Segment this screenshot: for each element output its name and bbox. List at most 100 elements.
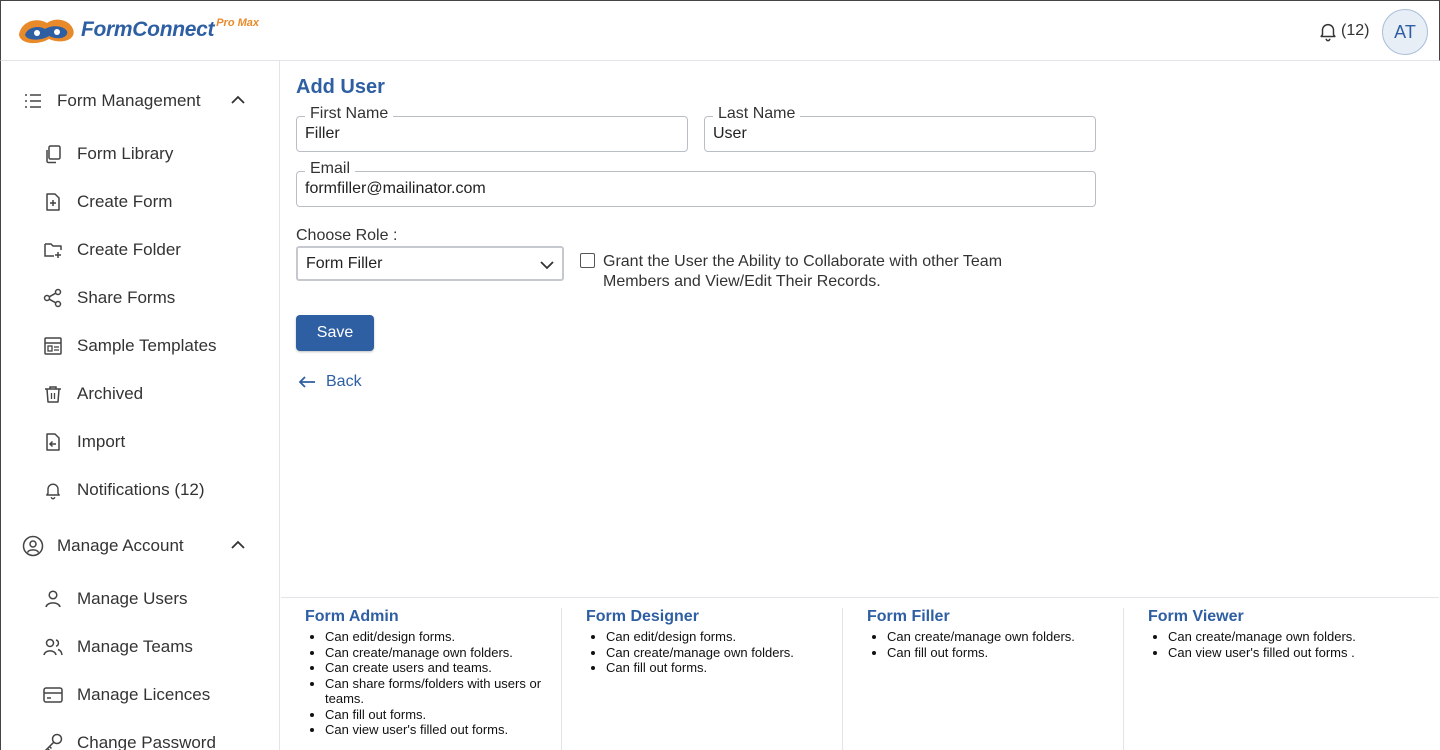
first-name-label: First Name [305,105,394,123]
role-title: Form Filler [867,608,950,625]
grant-collaboration-checkbox[interactable] [580,253,595,268]
sidebar-item-form-library[interactable]: Form Library [41,142,173,166]
role-card-form-filler: Form Filler Can create/manage own folder… [843,608,1124,750]
notifications-count: (12) [1341,22,1370,39]
role-title: Form Viewer [1148,608,1244,625]
role-permission-item: Can view user's filled out forms. [325,722,561,738]
role-permission-item: Can fill out forms. [606,660,842,676]
sidebar-item-label: Manage Teams [77,637,193,656]
role-permission-item: Can create users and teams. [325,660,561,676]
role-title: Form Designer [586,608,699,625]
role-card-form-admin: Form Admin Can edit/design forms. Can cr… [281,608,562,750]
last-name-field[interactable]: Last Name User [704,105,1096,152]
logo-edition: Pro Max [216,17,259,29]
template-icon [41,334,65,358]
chevron-up-icon[interactable] [229,91,247,114]
logo-text: FormConnect [81,18,215,41]
role-select[interactable]: Form Filler [296,246,564,281]
sidebar-item-label: Manage Users [77,589,188,608]
last-name-label: Last Name [713,105,801,123]
user-icon [41,587,65,611]
share-icon [41,286,65,310]
role-permission-item: Can create/manage own folders. [325,645,561,661]
sidebar-item-notifications[interactable]: Notifications (12) [41,478,205,502]
user-circle-icon [21,534,45,558]
sidebar-item-manage-teams[interactable]: Manage Teams [41,635,193,659]
sidebar-section-label: Manage Account [57,536,184,555]
file-plus-icon [41,190,65,214]
grant-collaboration-label[interactable]: Grant the User the Ability to Collaborat… [603,252,1073,292]
role-descriptions: Form Admin Can edit/design forms. Can cr… [281,597,1439,750]
sidebar-section-form-management[interactable]: Form Management [21,89,245,113]
role-permissions: Can create/manage own folders. Can view … [1148,629,1405,660]
chevron-up-icon[interactable] [229,536,247,559]
role-permissions: Can edit/design forms. Can create/manage… [586,629,842,676]
first-name-field[interactable]: First Name Filler [296,105,688,152]
sidebar-item-label: Create Form [77,192,173,211]
copy-icon [41,142,65,166]
role-permission-item: Can share forms/folders with users or te… [325,676,561,707]
role-permission-item: Can create/manage own folders. [1168,629,1405,645]
users-icon [41,635,65,659]
sidebar-section-manage-account[interactable]: Manage Account [21,534,245,558]
sidebar-item-create-form[interactable]: Create Form [41,190,172,214]
last-name-value[interactable]: User [713,125,747,143]
avatar[interactable]: AT [1382,9,1428,55]
sidebar-item-label: Sample Templates [77,336,217,355]
sidebar-item-label: Form Library [77,144,174,163]
app-logo[interactable]: FormConnect Pro Max [15,13,259,47]
choose-role-label: Choose Role : [296,227,398,244]
role-select-value: Form Filler [306,254,383,272]
email-field[interactable]: Email formfiller@mailinator.com [296,160,1096,207]
sidebar-item-archived[interactable]: Archived [41,382,143,406]
sidebar-item-share-forms[interactable]: Share Forms [41,286,175,310]
email-label: Email [305,160,356,178]
sidebar-item-create-folder[interactable]: Create Folder [41,238,181,262]
sidebar-item-label: Manage Licences [77,685,211,704]
save-button[interactable]: Save [296,315,374,351]
bell-icon [41,478,65,502]
back-link[interactable]: Back [298,373,362,391]
import-icon [41,430,65,454]
sidebar-item-label: Import [77,432,126,451]
sidebar-item-manage-licences[interactable]: Manage Licences [41,683,210,707]
sidebar-item-label: Notifications (12) [77,480,205,499]
arrow-left-icon [298,376,315,388]
role-permissions: Can edit/design forms. Can create/manage… [305,629,561,738]
notifications-button[interactable]: (12) [1317,20,1369,42]
role-permissions: Can create/manage own folders. Can fill … [867,629,1123,660]
sidebar: Form Management Form Library Create Form… [0,61,280,750]
sidebar-item-label: Archived [77,384,144,403]
role-card-form-viewer: Form Viewer Can create/manage own folder… [1124,608,1405,750]
role-title: Form Admin [305,608,399,625]
credit-card-icon [41,683,65,707]
sidebar-item-manage-users[interactable]: Manage Users [41,587,188,611]
sidebar-item-label: Share Forms [77,288,176,307]
sidebar-section-label: Form Management [57,91,201,110]
key-icon [41,731,65,750]
role-permission-item: Can fill out forms. [325,707,561,723]
trash-icon [41,382,65,406]
top-header: FormConnect Pro Max (12) AT [0,0,1440,61]
folder-plus-icon [41,238,65,262]
role-permission-item: Can create/manage own folders. [606,645,842,661]
role-card-form-designer: Form Designer Can edit/design forms. Can… [562,608,843,750]
role-permission-item: Can create/manage own folders. [887,629,1123,645]
logo-mark-icon [19,19,74,44]
back-link-label: Back [326,373,362,390]
list-icon [21,89,45,113]
bell-icon [1320,23,1336,42]
sidebar-item-label: Change Password [77,733,216,750]
page-title: Add User [296,76,385,98]
sidebar-item-label: Create Folder [77,240,181,259]
chevron-down-icon [538,256,556,279]
sidebar-item-import[interactable]: Import [41,430,125,454]
sidebar-item-change-password[interactable]: Change Password [41,731,216,750]
role-permission-item: Can edit/design forms. [606,629,842,645]
role-permission-item: Can fill out forms. [887,645,1123,661]
role-permission-item: Can view user's filled out forms . [1168,645,1405,661]
email-value[interactable]: formfiller@mailinator.com [305,180,486,198]
role-permission-item: Can edit/design forms. [325,629,561,645]
first-name-value[interactable]: Filler [305,125,340,143]
sidebar-item-sample-templates[interactable]: Sample Templates [41,334,217,358]
